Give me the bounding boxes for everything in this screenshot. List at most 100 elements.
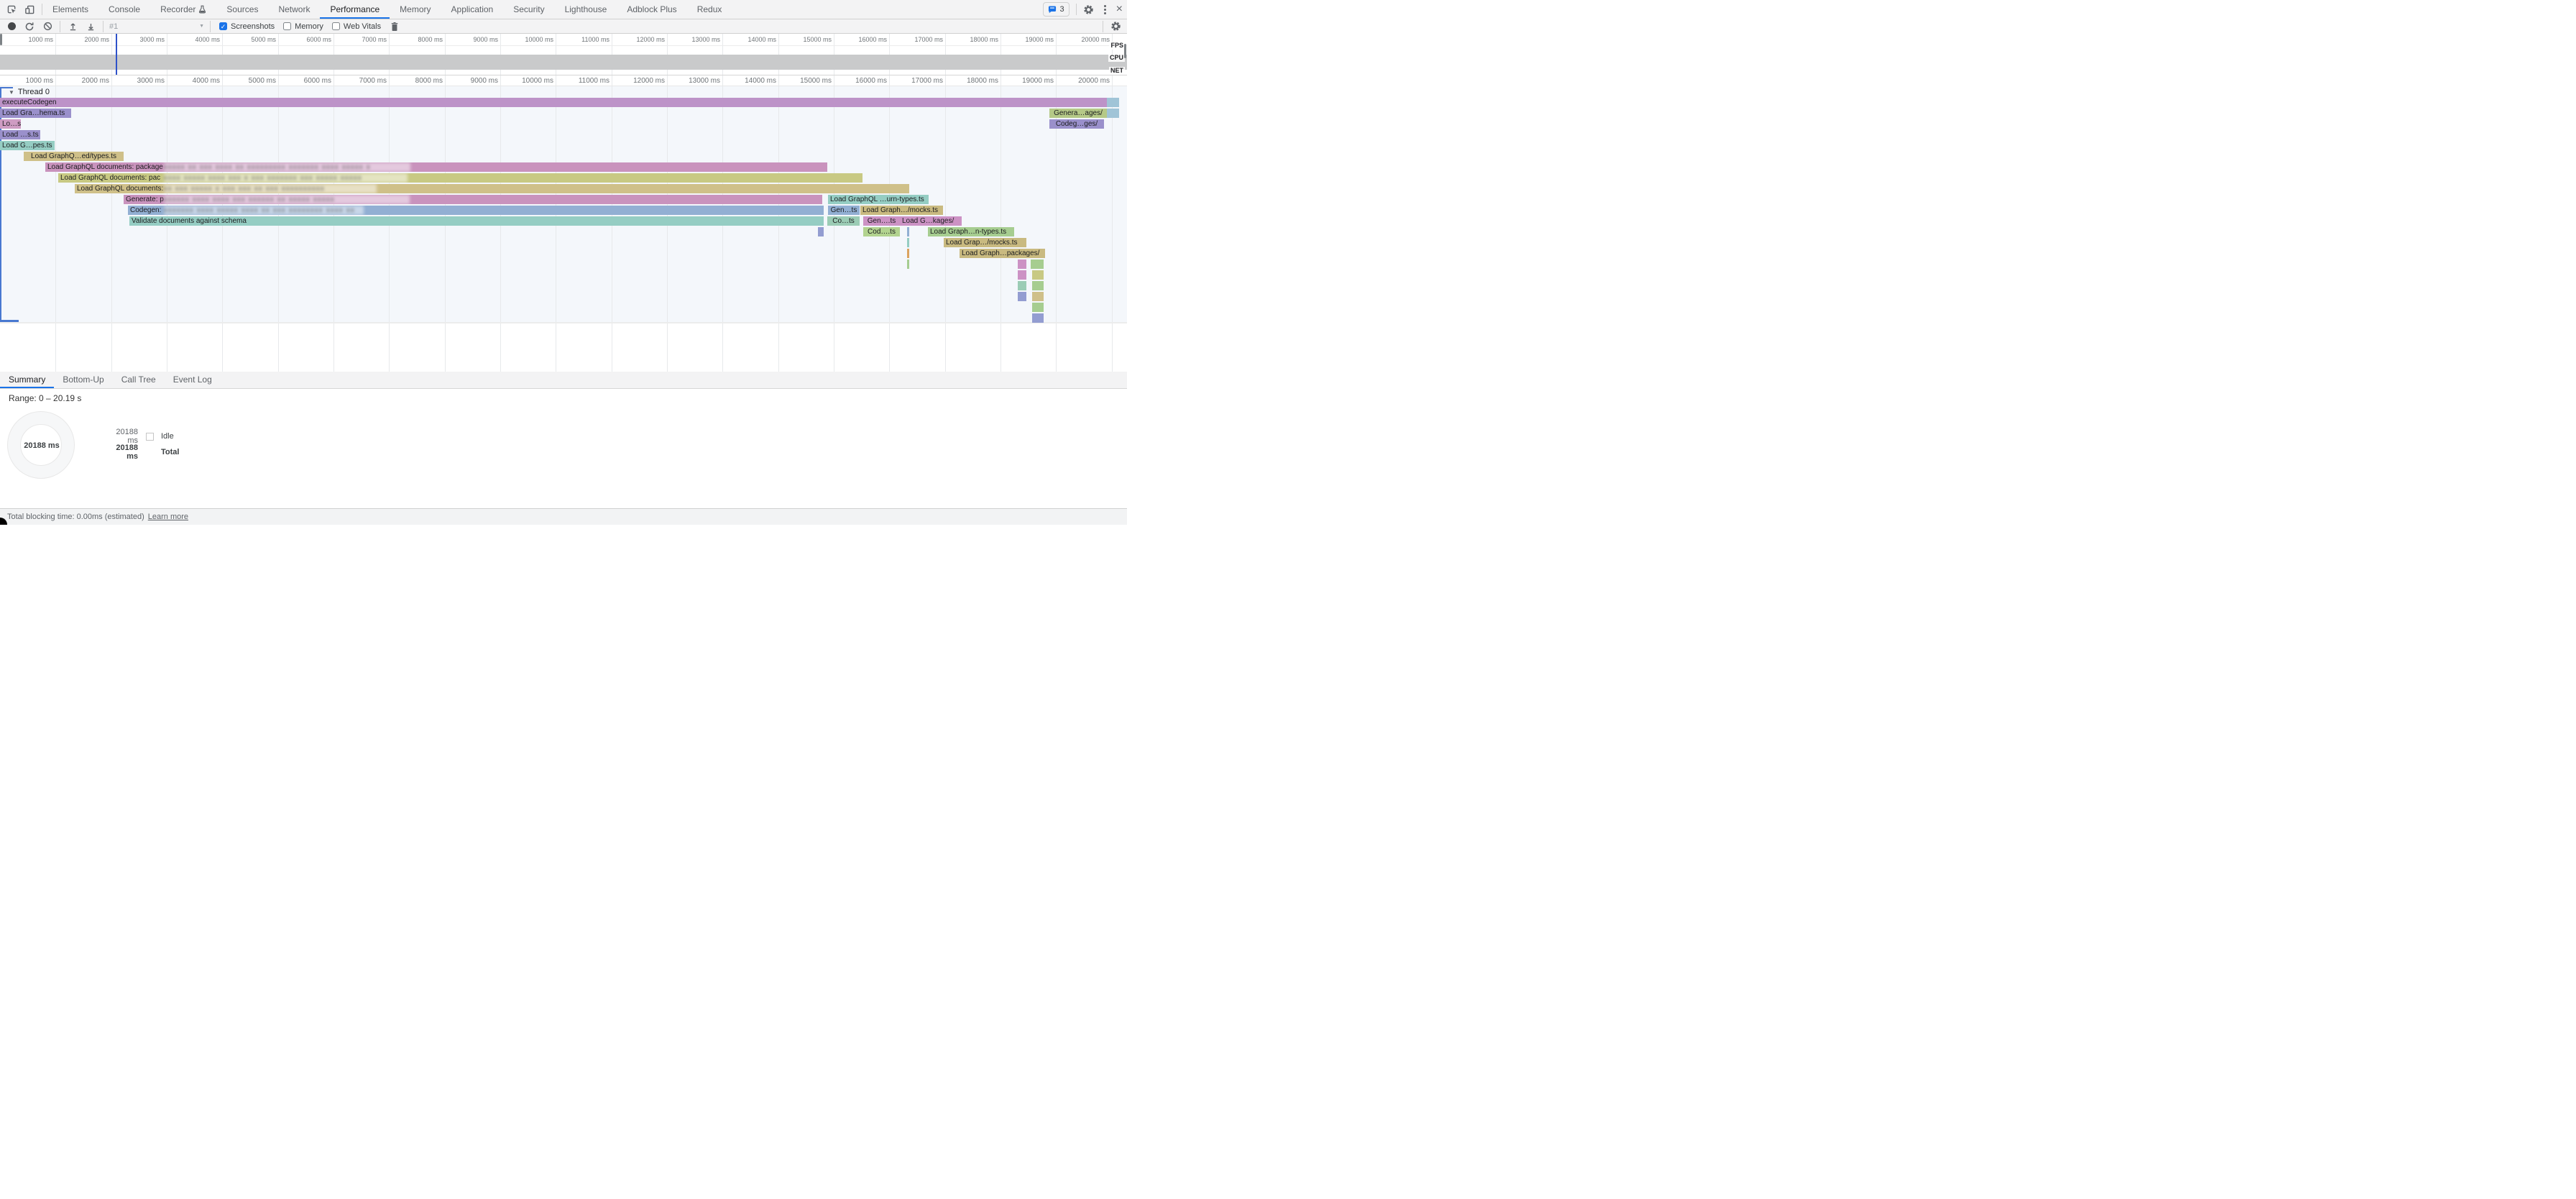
thread-header[interactable]: ▼ Thread 0 — [9, 87, 50, 97]
tab-lighthouse[interactable]: Lighthouse — [555, 0, 617, 19]
overview-left-handle[interactable] — [0, 34, 2, 45]
flame-event[interactable]: Load GraphQL documents: packagexxxxx xx … — [45, 162, 827, 172]
inspect-element-icon[interactable] — [6, 4, 17, 15]
flame-event[interactable]: Load G…pes.ts — [0, 141, 55, 150]
flame-event-block[interactable] — [907, 238, 909, 247]
tab-adblock-plus[interactable]: Adblock Plus — [617, 0, 686, 19]
close-devtools-icon[interactable]: × — [1116, 4, 1123, 15]
load-profile-icon[interactable] — [67, 21, 78, 32]
learn-more-link[interactable]: Learn more — [148, 513, 188, 521]
flame-event[interactable]: Load Graph…n-types.ts — [928, 227, 1014, 236]
flame-event-block[interactable] — [1032, 281, 1044, 290]
capture-settings-gear-icon[interactable] — [1110, 21, 1121, 32]
timeline-overview[interactable]: 1000 ms2000 ms3000 ms4000 ms5000 ms6000 … — [0, 34, 1127, 75]
flame-event-block[interactable] — [1018, 259, 1026, 269]
issues-badge[interactable]: 3 — [1043, 2, 1070, 17]
flame-event[interactable]: Gen…ts — [828, 206, 860, 215]
flame-event-block[interactable] — [907, 249, 909, 258]
flame-event-block[interactable] — [1032, 313, 1044, 323]
flame-event-block[interactable] — [1107, 98, 1119, 107]
flame-event[interactable]: Load GraphQL documents:xx xxx xxxxx x xx… — [75, 184, 909, 193]
tab-label: Security — [513, 0, 544, 19]
flame-event[interactable]: Load Grap…/mocks.ts — [944, 238, 1026, 247]
device-toolbar-icon[interactable] — [24, 4, 35, 15]
reload-and-record-icon[interactable] — [24, 21, 35, 32]
flame-event[interactable]: Load G…kages/ — [900, 216, 962, 226]
tab-redux[interactable]: Redux — [687, 0, 732, 19]
flame-event-block[interactable] — [907, 227, 909, 236]
tab-label: Lighthouse — [565, 0, 607, 19]
tab-label: Performance — [330, 0, 380, 19]
tick-label: 13000 ms — [667, 77, 720, 85]
flame-event[interactable]: Load …s.ts — [0, 130, 40, 139]
flame-event-block[interactable] — [1018, 270, 1026, 280]
flame-event[interactable]: executeCodegen — [0, 98, 1107, 107]
tab-label: Redux — [697, 0, 722, 19]
flame-event-block[interactable] — [1018, 292, 1026, 301]
flame-event[interactable]: Co…ts — [827, 216, 860, 226]
screenshots-checkbox[interactable]: ✓ — [219, 22, 227, 30]
tab-memory[interactable]: Memory — [390, 0, 441, 19]
tick-label: 20000 ms — [1057, 36, 1110, 43]
flame-event[interactable]: Lo…s — [0, 119, 21, 129]
flame-chart[interactable]: 1000 ms2000 ms3000 ms4000 ms5000 ms6000 … — [0, 75, 1127, 372]
gridline — [1112, 75, 1113, 372]
tab-application[interactable]: Application — [441, 0, 504, 19]
tick-label: 4000 ms — [167, 36, 220, 43]
flame-event[interactable]: Load GraphQ…ed/types.ts — [24, 152, 124, 161]
flame-event-block[interactable] — [1031, 259, 1044, 269]
flame-event[interactable]: Validate documents against schema — [129, 216, 824, 226]
flame-event[interactable]: Cod….ts — [863, 227, 900, 236]
flame-event-block[interactable] — [1032, 292, 1044, 301]
legend-row-total: 20188 msTotal — [105, 447, 179, 457]
flame-event-block[interactable] — [907, 259, 909, 269]
record-button[interactable] — [6, 21, 17, 32]
tab-console[interactable]: Console — [98, 0, 150, 19]
redacted-text: xxxxx xx xxx xxxx xx xxxxxxxxx xxxxxxx x… — [164, 162, 410, 172]
details-tab-call-tree[interactable]: Call Tree — [113, 372, 165, 388]
range-label: Range: 0 – 20.19 s — [9, 393, 81, 403]
flame-event[interactable]: Load GraphQL …urn-types.ts — [828, 195, 929, 204]
flame-event[interactable]: Generate: pxxxxxx xxxx xxxx xxx xxxxxx x… — [124, 195, 822, 204]
flame-event[interactable]: Gen….ts — [863, 216, 900, 226]
clear-icon[interactable] — [42, 21, 53, 32]
lane-label-fps: FPS — [1109, 42, 1125, 50]
tab-elements[interactable]: Elements — [42, 0, 98, 19]
flame-event[interactable]: Load Graph…packages/ — [960, 249, 1045, 258]
tab-security[interactable]: Security — [503, 0, 554, 19]
save-profile-icon[interactable] — [85, 21, 96, 32]
checkbox-group-memory[interactable]: Memory — [283, 22, 323, 31]
tab-recorder[interactable]: Recorder — [150, 0, 216, 19]
flame-event[interactable]: Load Graph…/mocks.ts — [860, 206, 943, 215]
flame-event-block[interactable] — [1018, 281, 1026, 290]
overview-right-handle[interactable] — [1124, 44, 1126, 58]
history-dropdown[interactable]: #1 ▼ — [109, 22, 204, 31]
details-tab-bottom-up[interactable]: Bottom-Up — [54, 372, 112, 388]
flame-event-block[interactable] — [1032, 270, 1044, 280]
checkbox-group-web-vitals[interactable]: Web Vitals — [332, 22, 381, 31]
settings-gear-icon[interactable] — [1083, 4, 1095, 15]
flame-event-block[interactable] — [818, 227, 824, 236]
flame-event[interactable]: Codeg…ges/ — [1049, 119, 1104, 129]
flame-event[interactable]: Genera…ages/ — [1049, 109, 1107, 118]
tick-label: 1000 ms — [0, 36, 53, 43]
flame-event-block[interactable] — [1107, 109, 1119, 118]
web-vitals-checkbox[interactable] — [332, 22, 340, 30]
flame-event[interactable]: Load Gra…hema.ts — [0, 109, 71, 118]
tab-performance[interactable]: Performance — [320, 0, 390, 19]
more-options-icon[interactable] — [1101, 5, 1110, 14]
details-tab-summary[interactable]: Summary — [0, 372, 54, 388]
checkbox-group-screenshots[interactable]: ✓Screenshots — [219, 22, 275, 31]
memory-checkbox[interactable] — [283, 22, 291, 30]
flame-event[interactable]: Codegen:xxxxxxx xxxx xxxxx xxxx xx xxx x… — [128, 206, 824, 215]
tab-sources[interactable]: Sources — [216, 0, 268, 19]
tab-network[interactable]: Network — [268, 0, 320, 19]
flame-event[interactable]: Load GraphQL documents: pacxxxx xxxxx xx… — [58, 173, 862, 183]
chevron-down-icon: ▼ — [199, 24, 204, 29]
trash-icon[interactable] — [389, 21, 400, 32]
details-tab-event-log[interactable]: Event Log — [165, 372, 221, 388]
tick-label: 15000 ms — [778, 77, 832, 85]
flame-event-block[interactable] — [1032, 303, 1044, 312]
flask-icon — [198, 5, 206, 14]
tick-label: 5000 ms — [223, 77, 276, 85]
